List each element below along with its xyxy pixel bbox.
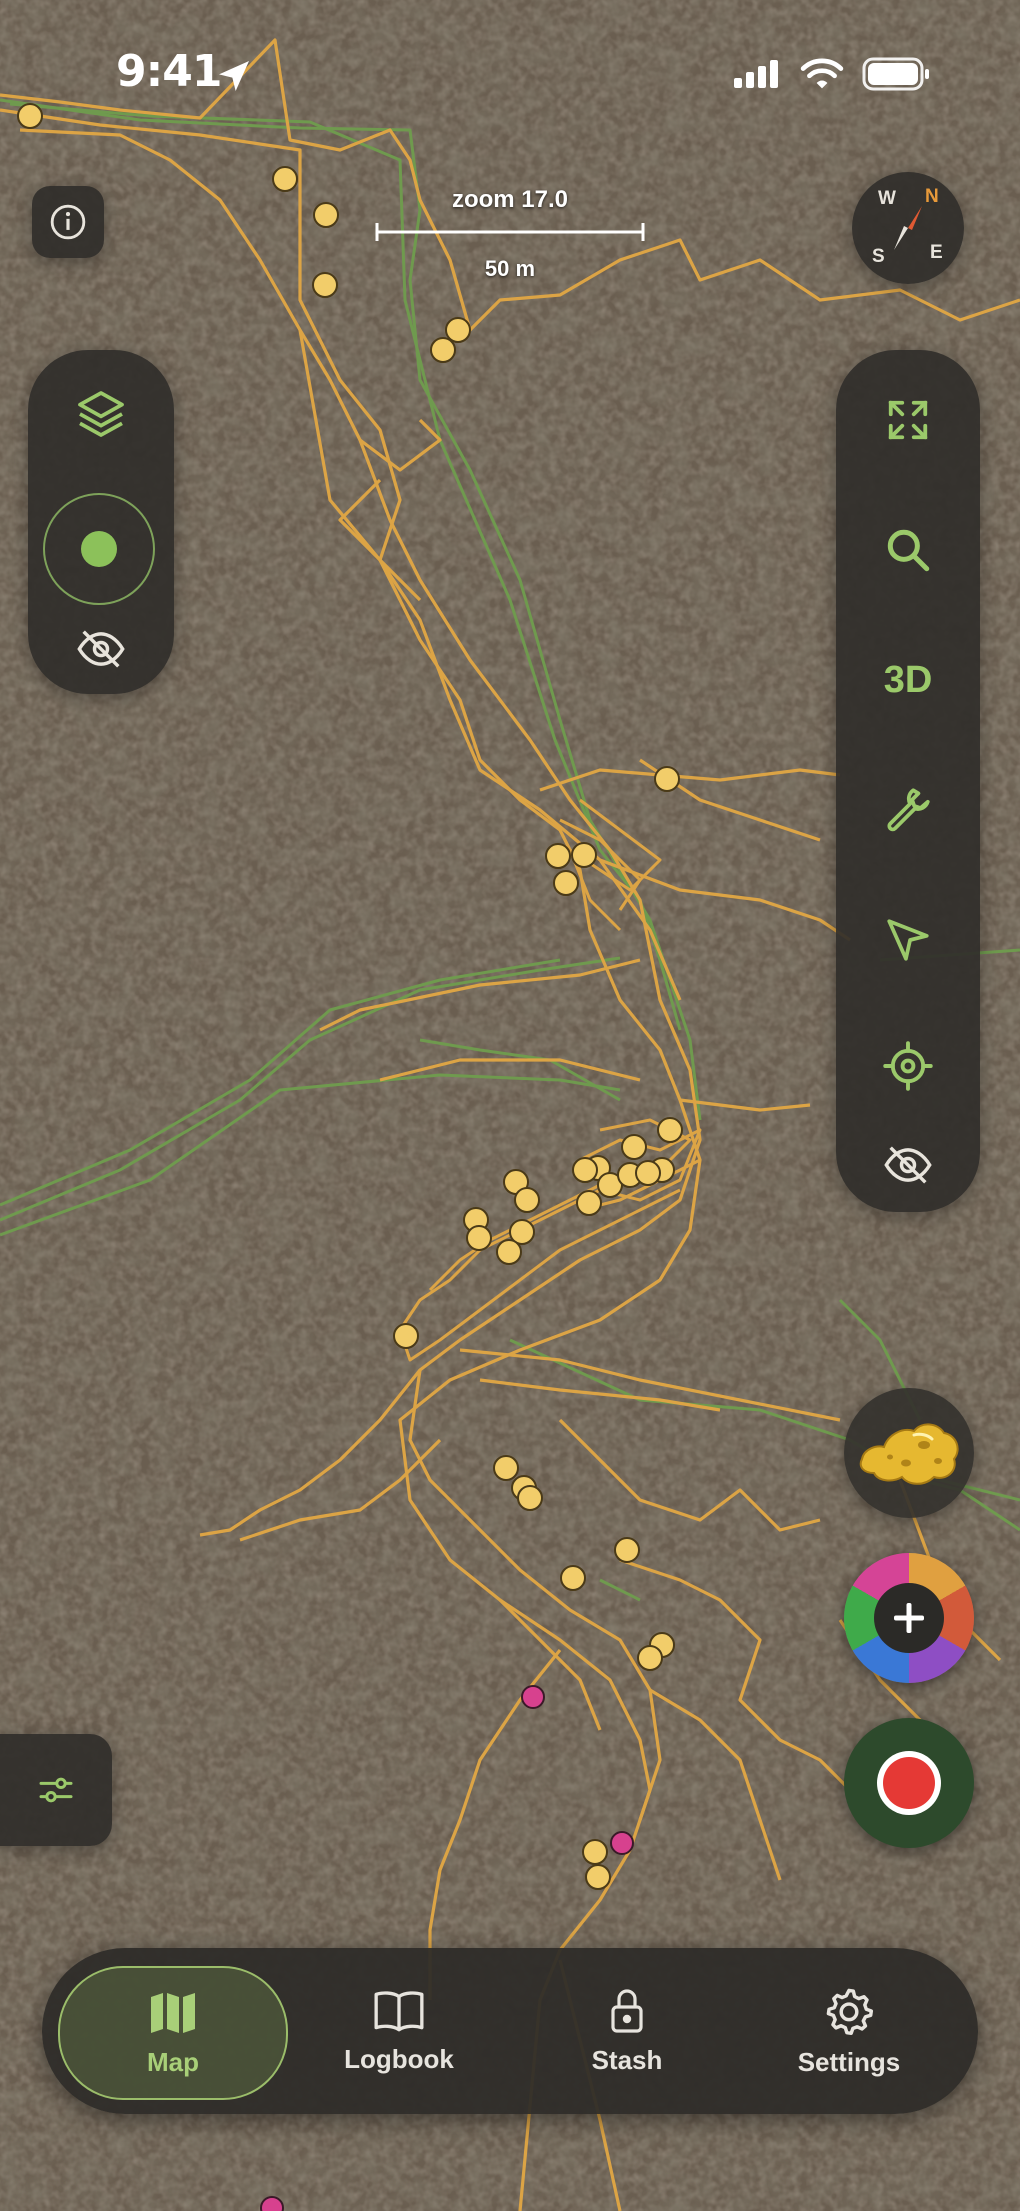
gear-icon — [826, 1988, 874, 2035]
track-layer-toggle[interactable] — [43, 493, 155, 605]
scale-line — [375, 223, 645, 241]
signal-icon — [734, 60, 778, 88]
active-dot-icon — [81, 531, 117, 567]
waypoint-marker[interactable] — [493, 1455, 519, 1481]
eye-off-icon — [884, 1146, 932, 1184]
waypoint-marker[interactable] — [654, 766, 680, 792]
waypoint-marker[interactable] — [312, 272, 338, 298]
search-icon — [887, 529, 930, 572]
tools-button[interactable] — [868, 768, 948, 848]
hide-left-button[interactable] — [61, 612, 141, 686]
waypoint-marker[interactable] — [272, 166, 298, 192]
bottom-tab-bar: Map Logbook Stash Settings — [42, 1948, 978, 2114]
waypoint-marker[interactable] — [572, 1157, 598, 1183]
filter-button[interactable] — [0, 1734, 112, 1846]
compass-west-label: W — [878, 188, 896, 209]
waypoint-marker[interactable] — [517, 1485, 543, 1511]
map-icon — [151, 1992, 195, 2033]
waypoint-marker[interactable] — [393, 1323, 419, 1349]
left-toolbar — [28, 350, 174, 694]
scale-bar: zoom 17.0 50 m — [374, 186, 646, 281]
tab-stash[interactable]: Stash — [514, 1966, 740, 2096]
compass-east-label: E — [930, 242, 943, 263]
compass-icon: W N S E — [872, 186, 943, 267]
add-button-center — [874, 1583, 944, 1653]
waypoint-pink-marker[interactable] — [610, 1831, 634, 1855]
waypoint-marker[interactable] — [445, 317, 471, 343]
waypoint-marker[interactable] — [621, 1134, 647, 1160]
zoom-label: zoom 17.0 — [451, 186, 569, 213]
compass-button[interactable]: W N S E — [852, 172, 964, 284]
compass-south-label: S — [872, 246, 885, 267]
add-waypoint-button[interactable] — [844, 1553, 974, 1683]
waypoint-marker[interactable] — [466, 1225, 492, 1251]
waypoint-marker[interactable] — [313, 202, 339, 228]
info-button[interactable] — [32, 186, 104, 258]
waypoint-marker[interactable] — [614, 1537, 640, 1563]
waypoint-marker[interactable] — [545, 843, 571, 869]
waypoint-marker[interactable] — [585, 1864, 611, 1890]
record-dot-icon — [883, 1757, 935, 1809]
nugget-button[interactable] — [844, 1388, 974, 1518]
lock-icon — [611, 1988, 643, 2033]
waypoint-pink-marker[interactable] — [260, 2196, 284, 2211]
record-ring — [877, 1751, 941, 1815]
status-bar: 9:41 — [0, 0, 1020, 150]
tab-map[interactable]: Map — [58, 1966, 288, 2100]
waypoint-marker[interactable] — [576, 1190, 602, 1216]
gold-nugget-icon — [859, 1423, 959, 1485]
expand-button[interactable] — [868, 380, 948, 460]
waypoint-marker[interactable] — [430, 337, 456, 363]
tab-logbook[interactable]: Logbook — [286, 1966, 512, 2096]
tab-settings-label: Settings — [797, 2046, 901, 2077]
plus-icon — [894, 1603, 924, 1633]
wrench-icon — [887, 788, 930, 832]
waypoint-marker[interactable] — [560, 1565, 586, 1591]
3d-button[interactable]: 3D — [868, 640, 948, 720]
record-button[interactable] — [844, 1718, 974, 1848]
hide-right-button[interactable] — [868, 1128, 948, 1202]
waypoint-marker[interactable] — [571, 842, 597, 868]
locate-button[interactable] — [868, 1026, 948, 1106]
right-toolbar: 3D — [836, 350, 980, 1212]
battery-icon — [862, 57, 929, 91]
waypoint-marker[interactable] — [553, 870, 579, 896]
book-icon — [374, 1990, 424, 2031]
navigation-arrow-icon — [887, 919, 929, 961]
navigate-button[interactable] — [868, 900, 948, 980]
wifi-icon — [800, 58, 844, 89]
waypoint-marker[interactable] — [582, 1839, 608, 1865]
compass-north-label: N — [925, 186, 939, 207]
location-arrow-icon — [219, 61, 249, 91]
sliders-icon — [39, 1777, 73, 1803]
waypoint-marker[interactable] — [496, 1239, 522, 1265]
tab-map-label: Map — [147, 2046, 199, 2077]
layers-button[interactable] — [61, 374, 141, 454]
waypoint-pink-marker[interactable] — [521, 1685, 545, 1709]
3d-label: 3D — [883, 658, 933, 701]
crosshair-icon — [883, 1041, 933, 1091]
search-button[interactable] — [868, 510, 948, 590]
waypoint-marker[interactable] — [637, 1645, 663, 1671]
waypoint-marker[interactable] — [657, 1117, 683, 1143]
tab-stash-label: Stash — [591, 2044, 663, 2075]
expand-icon — [888, 400, 928, 440]
tab-logbook-label: Logbook — [344, 2043, 454, 2074]
eye-off-icon — [77, 630, 125, 668]
tab-settings[interactable]: Settings — [736, 1966, 962, 2096]
waypoint-marker[interactable] — [514, 1187, 540, 1213]
info-icon — [50, 204, 86, 240]
distance-label: 50 m — [484, 256, 536, 281]
status-time: 9:41 — [116, 46, 222, 97]
layers-icon — [78, 391, 124, 437]
waypoint-marker[interactable] — [635, 1160, 661, 1186]
